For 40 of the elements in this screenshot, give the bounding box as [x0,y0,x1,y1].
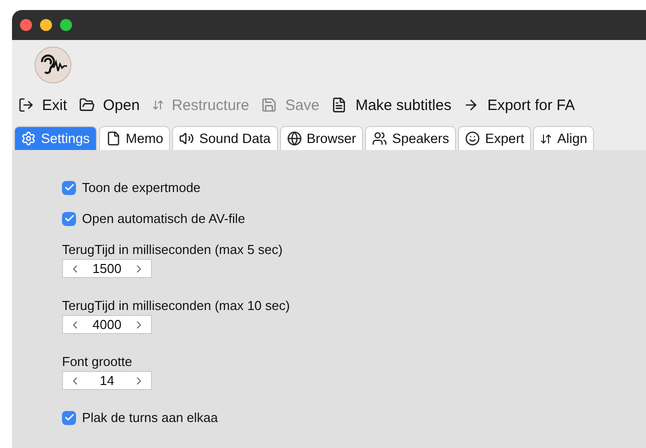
document-icon [331,97,348,113]
maximize-icon[interactable] [60,19,72,31]
settings-icon [21,131,36,146]
checkbox-label: Plak de turns aan elkaa [82,410,218,425]
checkbox[interactable] [62,212,76,226]
tab[interactable]: Browser [280,126,364,150]
smiley-icon [465,131,480,146]
up-down-arrows-icon [540,132,552,144]
toolbar-button[interactable]: Exit [18,96,68,114]
field-label: TerugTijd in milliseconden (max 10 sec) [62,298,290,313]
checkbox-label: Toon de expertmode [82,180,201,195]
checkmark-icon [64,412,74,423]
minimize-icon[interactable] [40,19,52,31]
field-label: Font grootte [62,354,132,369]
tab[interactable]: Speakers [365,126,456,150]
document-icon [106,131,121,146]
tab[interactable]: Memo [98,126,170,150]
up-down-arrows-icon [152,99,164,111]
tab[interactable]: Sound Data [172,126,278,150]
toolbar-button[interactable]: Make subtitles [331,96,452,114]
folder-icon [79,97,96,113]
toolbar-button[interactable]: Open [79,96,140,114]
tab[interactable]: Align [533,126,594,150]
field-label: TerugTijd in milliseconden (max 5 sec) [62,242,283,257]
ear-waveform-logo [34,46,72,84]
number-spinner[interactable]: 1500 [62,259,152,278]
people-icon [372,131,388,146]
tab[interactable]: Settings [14,126,97,150]
globe-icon [286,131,302,146]
checkbox[interactable] [62,180,76,194]
toolbar-button[interactable]: Export for FA [463,96,575,114]
checkbox[interactable] [62,410,76,424]
checkmark-icon [64,182,74,193]
checkbox-label: Open automatisch de AV-file [82,211,246,226]
speaker-icon [179,131,194,146]
close-icon[interactable] [20,19,32,31]
tab[interactable]: Expert [458,126,532,150]
number-spinner[interactable]: 4000 [62,315,152,334]
number-spinner[interactable]: 14 [62,371,152,390]
checkmark-icon [64,213,74,224]
